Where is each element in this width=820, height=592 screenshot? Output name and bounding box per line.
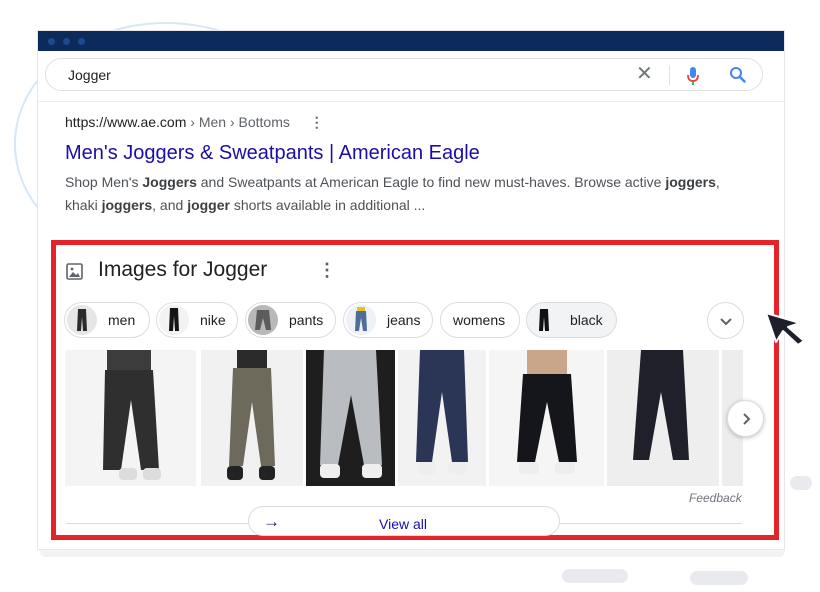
breadcrumb-url: https://www.ae.com [65,114,187,130]
microphone-icon[interactable] [686,66,700,91]
window-titlebar [38,31,784,51]
chip-pants[interactable]: pants [245,302,336,338]
more-options-icon[interactable]: ⋮ [310,114,324,131]
image-thumbnail[interactable] [201,350,303,486]
chip-thumbnail [159,305,189,335]
search-icon[interactable] [729,66,747,89]
image-icon [66,263,83,285]
chip-label: black [570,312,603,328]
more-options-icon[interactable]: ⋮ [318,260,336,281]
chevron-down-icon [720,318,732,326]
window-dot[interactable] [63,38,70,45]
search-divider [669,65,670,85]
chip-jeans[interactable]: jeans [343,302,433,338]
background-pill [790,476,812,490]
carousel-next-button[interactable] [727,400,764,437]
mouse-pointer-icon [764,311,808,352]
chip-label: nike [200,312,226,328]
chip-womens[interactable]: womens [440,302,520,338]
image-thumbnail[interactable] [489,350,604,486]
window-dot[interactable] [48,38,55,45]
chip-men[interactable]: men [64,302,150,338]
chip-thumbnail [346,305,376,335]
chip-thumbnail [67,305,97,335]
chip-label: men [108,312,136,328]
feedback-link[interactable]: Feedback [689,491,742,505]
chip-black[interactable]: black [526,302,617,338]
arrow-right-icon: → [263,512,280,531]
search-result: https://www.ae.com › Men › Bottoms ⋮ Men… [65,114,725,217]
background-pill [562,569,628,583]
view-all-button[interactable]: → View all [248,506,560,536]
chip-label: womens [453,312,506,328]
chip-thumbnail [529,305,559,335]
chip-nike[interactable]: nike [156,302,238,338]
chevron-right-icon [743,413,751,425]
chip-label: pants [289,312,324,328]
result-snippet: Shop Men's Joggers and Sweatpants at Ame… [65,174,720,213]
breadcrumb-path: › Men › Bottoms [186,114,290,130]
background-pill [690,571,748,585]
window-dot[interactable] [78,38,85,45]
header-divider [38,101,784,102]
result-breadcrumb[interactable]: https://www.ae.com › Men › Bottoms ⋮ [65,114,725,132]
image-thumbnail[interactable] [398,350,486,486]
clear-icon[interactable]: ✕ [636,64,653,84]
search-input[interactable]: Jogger [68,67,111,83]
chip-label: jeans [387,312,421,328]
chip-thumbnail [248,305,278,335]
expand-chips-button[interactable] [707,302,744,339]
image-carousel [65,350,743,486]
view-all-label: View all [379,516,427,532]
image-thumbnail[interactable] [65,350,196,486]
images-title: Images for Jogger [98,258,268,281]
result-title-link[interactable]: Men's Joggers & Sweatpants | American Ea… [65,142,725,165]
image-thumbnail[interactable] [607,350,719,486]
image-thumbnail[interactable] [306,350,395,486]
search-bar[interactable]: Jogger ✕ [45,58,763,91]
